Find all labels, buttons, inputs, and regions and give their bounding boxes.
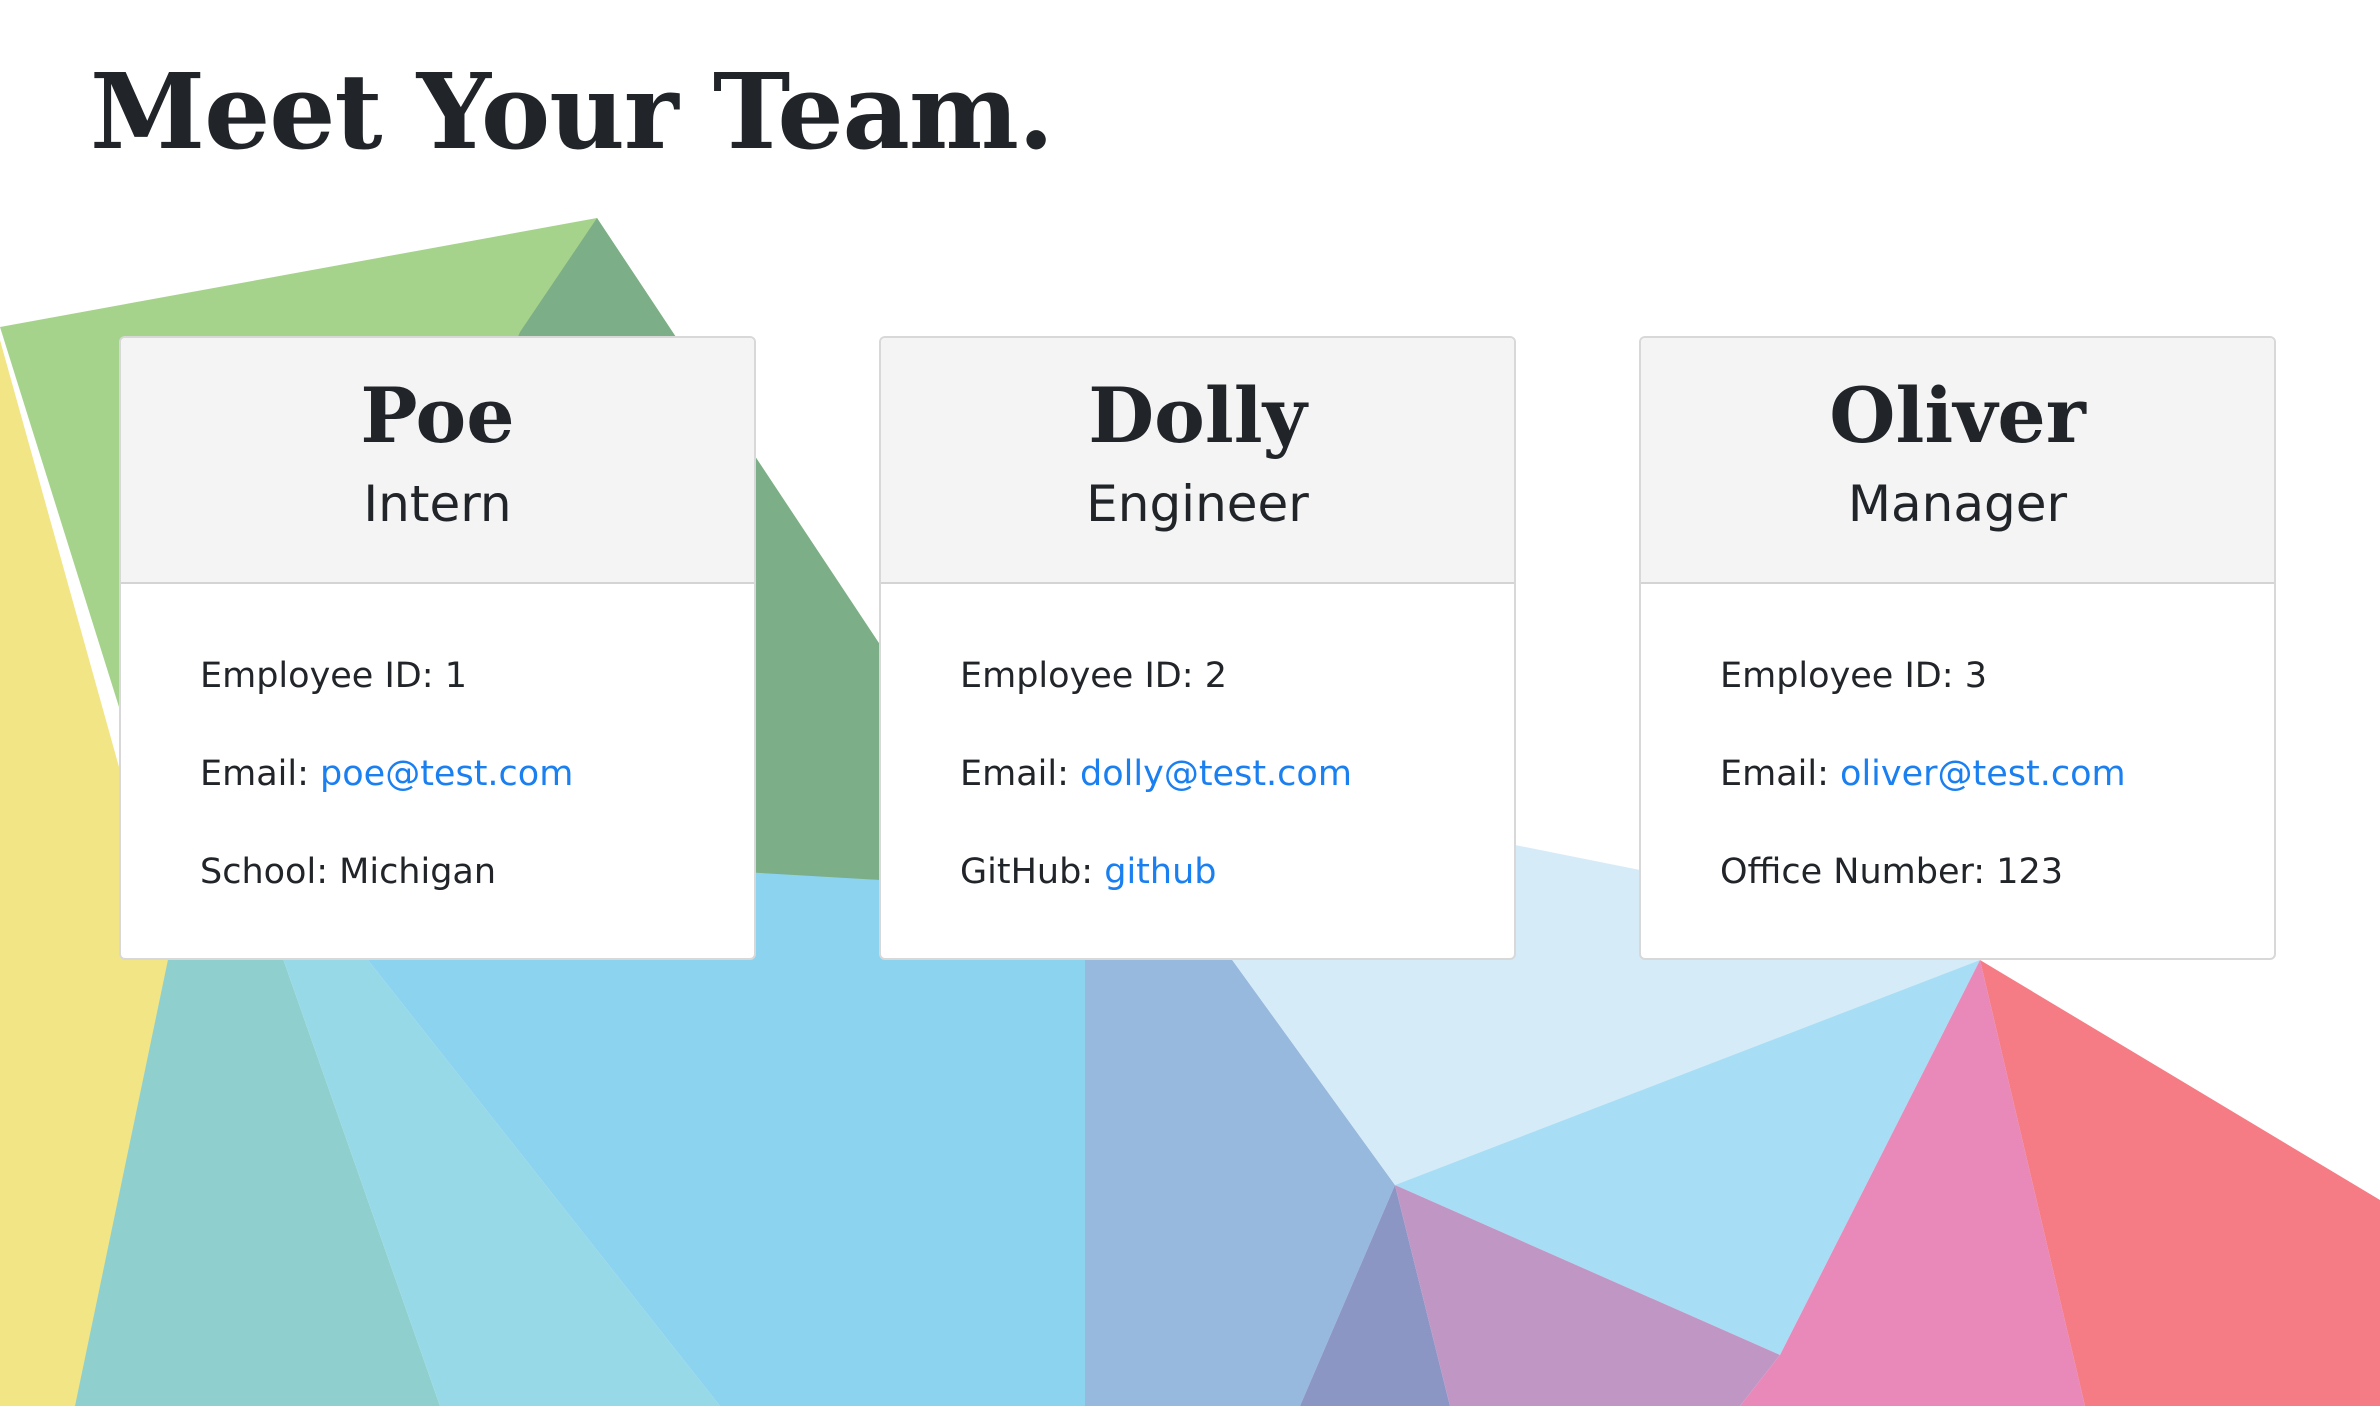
card-header: Oliver Manager: [1641, 338, 2274, 584]
employee-id-label: Employee ID:: [960, 656, 1194, 696]
email-link[interactable]: poe@test.com: [320, 754, 573, 794]
school-row: School: Michigan: [200, 848, 754, 896]
school-label: School:: [200, 852, 328, 892]
email-link[interactable]: dolly@test.com: [1080, 754, 1352, 794]
employee-role: Manager: [1847, 475, 2068, 533]
employee-name: Dolly: [1088, 371, 1307, 460]
email-row: Email: dolly@test.com: [960, 750, 1514, 798]
office-number-value: 123: [1996, 852, 2064, 892]
team-cards: Poe Intern Employee ID: 1 Email: poe@tes…: [119, 336, 2279, 964]
card-header: Poe Intern: [121, 338, 754, 584]
github-link[interactable]: github: [1104, 852, 1216, 892]
employee-id-row: Employee ID: 2: [960, 652, 1514, 700]
office-number-row: Office Number: 123: [1720, 848, 2274, 896]
employee-card-engineer: Dolly Engineer Employee ID: 2 Email: dol…: [879, 336, 1516, 960]
github-row: GitHub: github: [960, 848, 1514, 896]
employee-id-row: Employee ID: 3: [1720, 652, 2274, 700]
employee-id-value: 2: [1204, 656, 1227, 696]
office-number-label: Office Number:: [1720, 852, 1986, 892]
card-body: Employee ID: 2 Email: dolly@test.com Git…: [881, 584, 1514, 896]
employee-name: Oliver: [1829, 371, 2086, 460]
employee-id-value: 1: [444, 656, 467, 696]
employee-id-row: Employee ID: 1: [200, 652, 754, 700]
page-title: Meet Your Team.: [90, 50, 1054, 173]
employee-card-intern: Poe Intern Employee ID: 1 Email: poe@tes…: [119, 336, 756, 960]
team-page: Meet Your Team. Poe Intern Employee ID: …: [0, 0, 2380, 1406]
email-label: Email:: [200, 754, 309, 794]
employee-id-label: Employee ID:: [200, 656, 434, 696]
card-body: Employee ID: 1 Email: poe@test.com Schoo…: [121, 584, 754, 896]
email-row: Email: oliver@test.com: [1720, 750, 2274, 798]
employee-id-value: 3: [1964, 656, 1987, 696]
github-label: GitHub:: [960, 852, 1094, 892]
card-header: Dolly Engineer: [881, 338, 1514, 584]
email-row: Email: poe@test.com: [200, 750, 754, 798]
school-value: Michigan: [339, 852, 497, 892]
employee-id-label: Employee ID:: [1720, 656, 1954, 696]
employee-card-manager: Oliver Manager Employee ID: 3 Email: oli…: [1639, 336, 2276, 960]
email-label: Email:: [1720, 754, 1829, 794]
email-link[interactable]: oliver@test.com: [1840, 754, 2126, 794]
card-body: Employee ID: 3 Email: oliver@test.com Of…: [1641, 584, 2274, 896]
employee-role: Engineer: [1086, 475, 1309, 533]
employee-role: Intern: [363, 475, 512, 533]
employee-name: Poe: [360, 371, 515, 460]
email-label: Email:: [960, 754, 1069, 794]
